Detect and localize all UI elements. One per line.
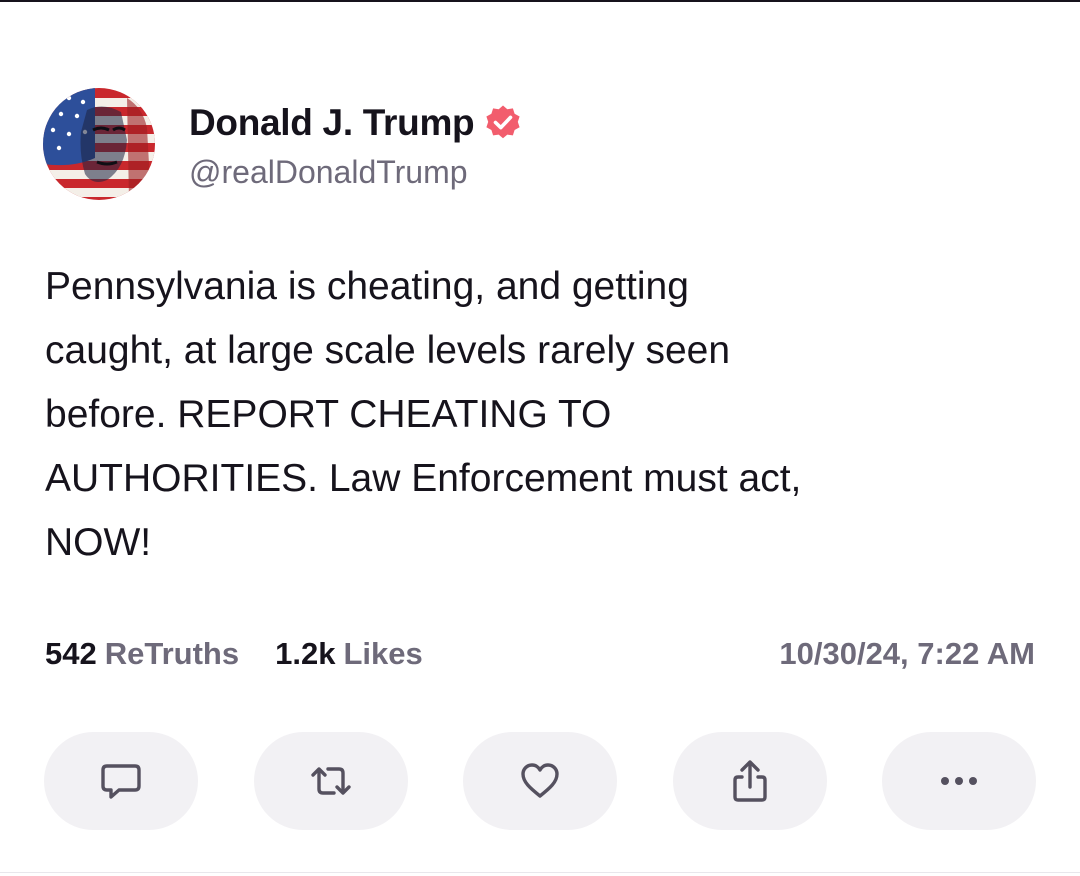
like-button[interactable]: [463, 732, 617, 830]
author-handle[interactable]: @realDonaldTrump: [189, 154, 522, 191]
post-header: Donald J. Trump @realDonaldTrump: [43, 88, 522, 200]
heart-icon: [521, 763, 559, 798]
more-options-button[interactable]: [882, 732, 1036, 830]
post-text: Pennsylvania is cheating, and getting ca…: [45, 265, 802, 564]
likes-count: 1.2k: [275, 636, 336, 671]
ellipsis-icon: [941, 777, 977, 785]
divider: [0, 872, 1080, 873]
display-name[interactable]: Donald J. Trump: [189, 102, 475, 144]
share-button[interactable]: [672, 732, 827, 830]
reply-button[interactable]: [44, 732, 198, 830]
action-bar: [44, 732, 1036, 830]
post-stats: 542 ReTruths 1.2k Likes 10/30/24, 7:22 A…: [45, 636, 1035, 672]
avatar-image: [43, 88, 155, 200]
retruths-label: ReTruths: [104, 636, 240, 671]
author-identity: Donald J. Trump @realDonaldTrump: [189, 98, 522, 191]
post-timestamp: 10/30/24, 7:22 AM: [779, 636, 1035, 671]
speech-bubble-icon: [101, 764, 141, 799]
post-card: Donald J. Trump @realDonaldTrump Pennsyl…: [0, 0, 1080, 876]
retruths-count: 542: [45, 636, 97, 671]
avatar[interactable]: [43, 88, 155, 200]
share-upload-icon: [732, 760, 767, 802]
retruths-stat[interactable]: 542 ReTruths: [45, 636, 239, 672]
retruth-button[interactable]: [253, 732, 408, 830]
name-row: Donald J. Trump: [189, 98, 522, 148]
repost-arrows-icon: [310, 767, 351, 795]
verified-badge-icon: [484, 104, 522, 142]
likes-stat[interactable]: 1.2k Likes: [275, 636, 423, 672]
likes-label: Likes: [343, 636, 423, 671]
